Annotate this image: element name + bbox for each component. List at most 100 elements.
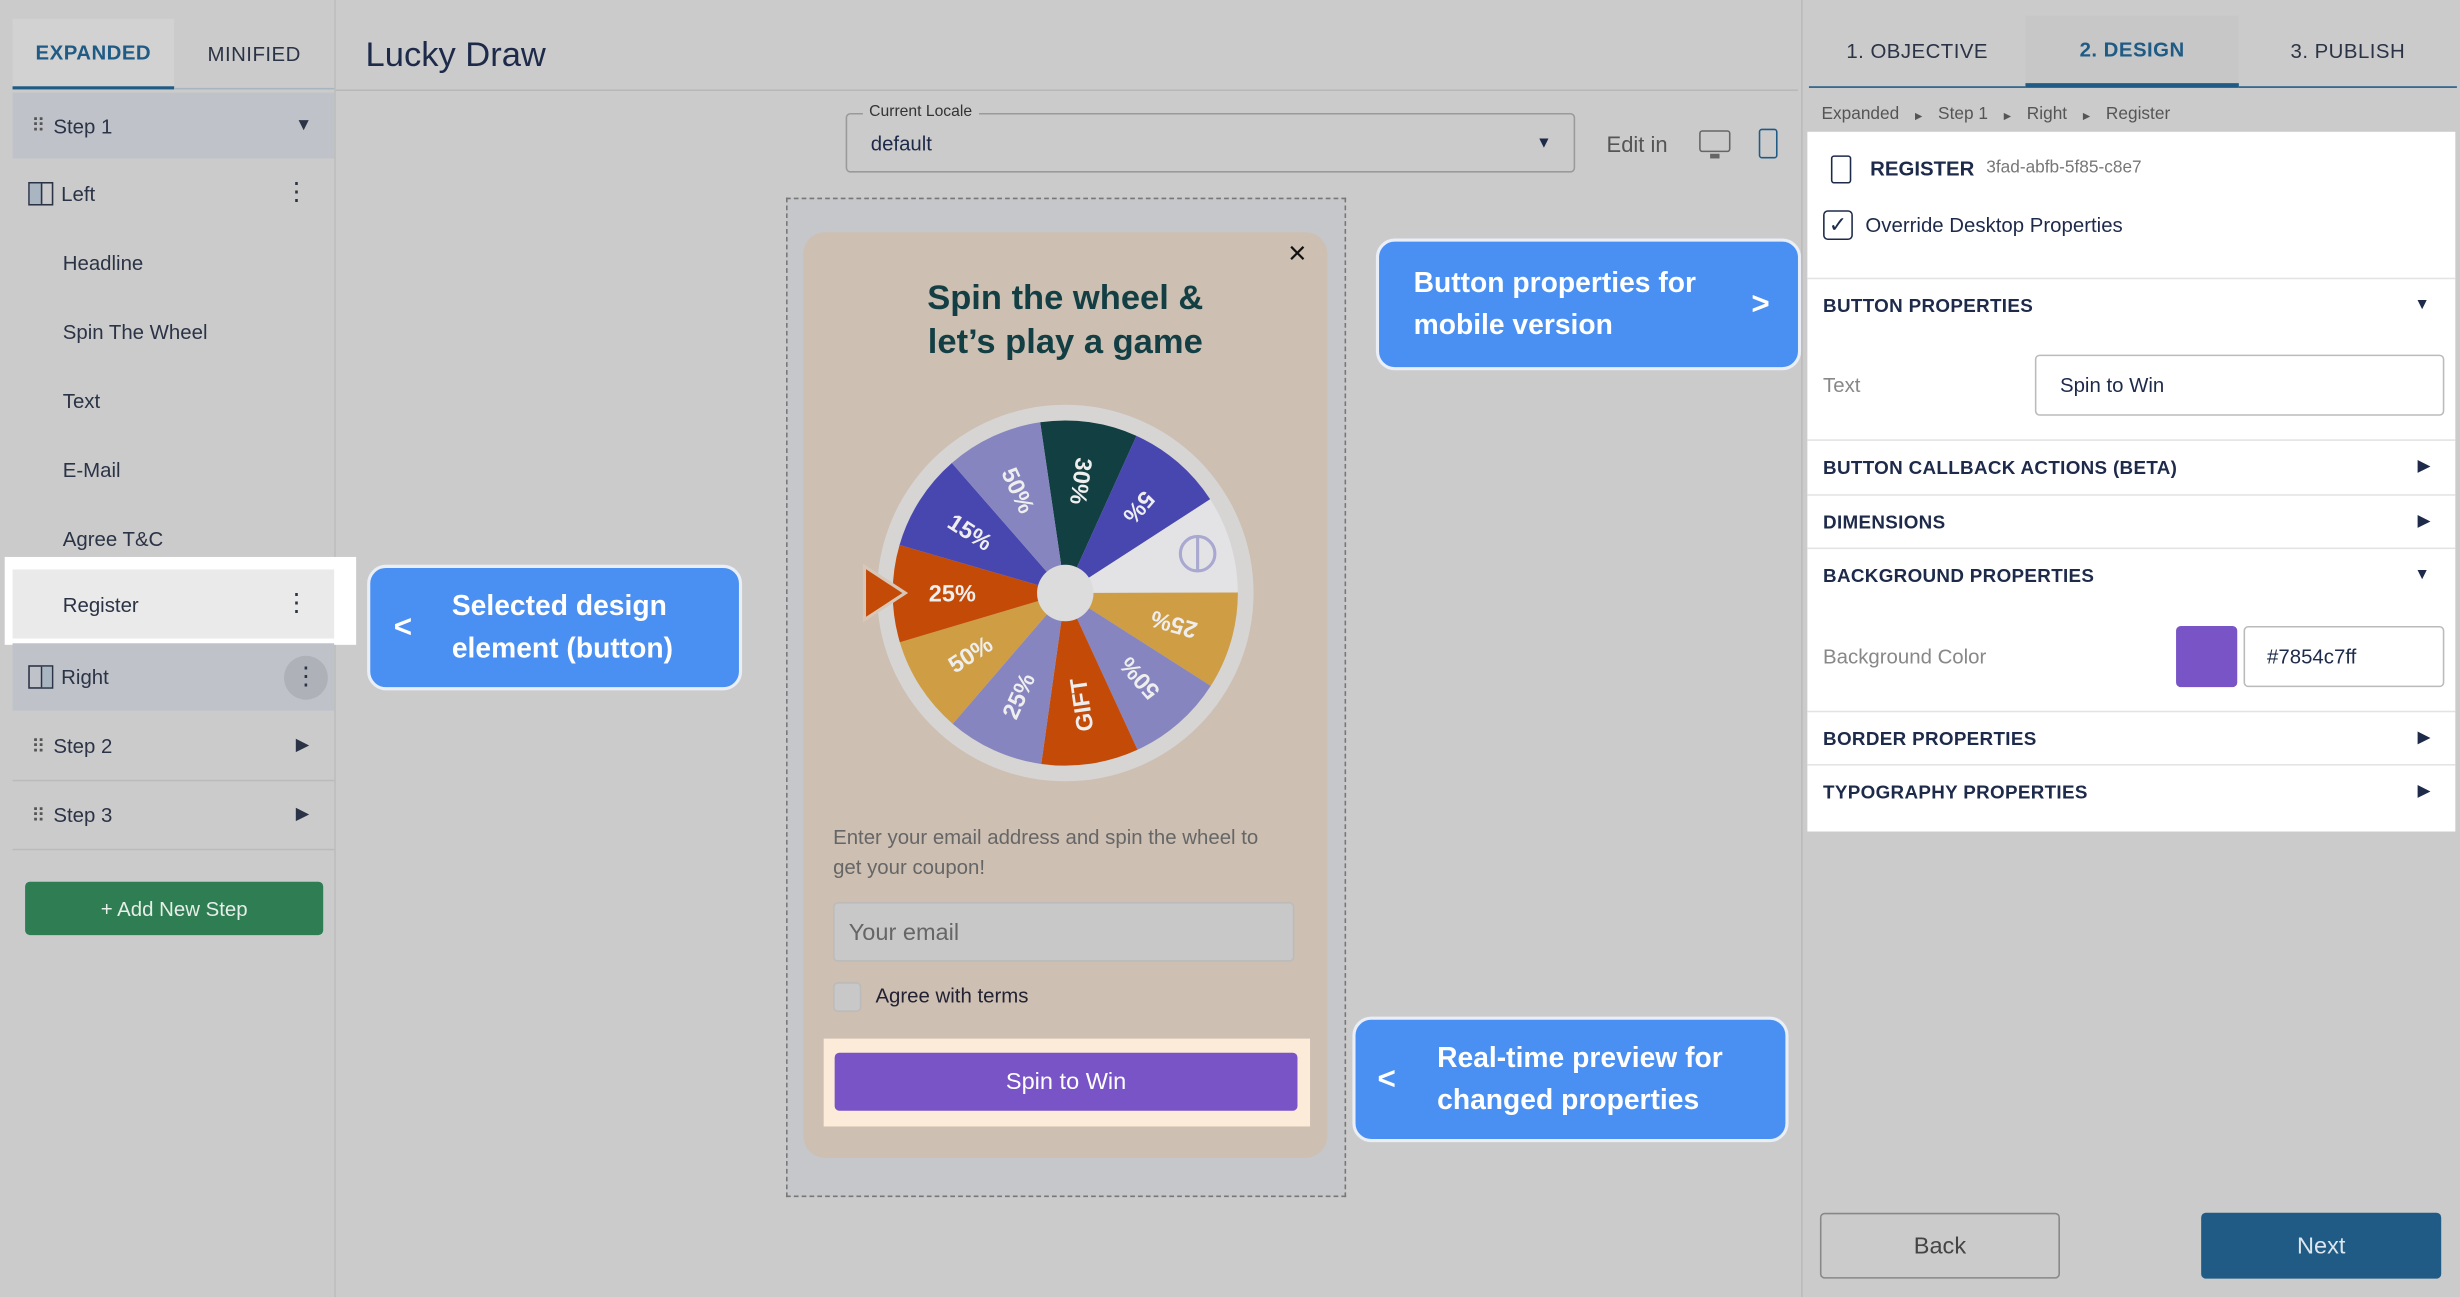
chevron-right-icon[interactable]: ▶ xyxy=(296,806,309,823)
breadcrumb-separator-icon: ▶ xyxy=(2003,112,2012,123)
mobile-icon[interactable] xyxy=(1758,128,1778,159)
step-label: Step 3 xyxy=(53,803,113,827)
bg-color-label: Background Color xyxy=(1823,644,1987,669)
step-label: Step 2 xyxy=(53,734,113,758)
arrow-right-icon: > xyxy=(1751,286,1770,321)
chevron-down-icon: ▼ xyxy=(1536,134,1552,153)
more-vertical-icon[interactable]: ⋮ xyxy=(284,591,309,616)
item-label: Right xyxy=(61,665,109,689)
sidebar-item-spin-the-wheel[interactable]: Spin The Wheel xyxy=(13,297,335,366)
breadcrumb-item: Register xyxy=(2105,105,2171,124)
chevron-right-icon[interactable]: ▶ xyxy=(296,737,309,754)
left-sidebar: EXPANDED MINIFIED ⠿ Step 1 ▼ Left ⋮ Headl… xyxy=(0,0,357,1297)
email-placeholder: Your email xyxy=(848,919,960,947)
step-label: Step 1 xyxy=(53,113,113,138)
chevron-down-icon: ▼ xyxy=(2414,296,2431,314)
close-icon[interactable]: × xyxy=(1288,237,1306,273)
columns-icon xyxy=(28,665,54,689)
section-title: BUTTON CALLBACK ACTIONS (BETA) xyxy=(1823,455,2178,478)
sidebar-item-email[interactable]: E-Mail xyxy=(13,435,335,504)
more-vertical-icon[interactable]: ⋮ xyxy=(283,655,328,699)
arrow-left-icon: < xyxy=(1377,1061,1396,1096)
bg-color-input[interactable]: #7854c7ff xyxy=(2243,625,2445,688)
callout-text: Button properties for mobile version xyxy=(1413,266,1696,341)
locale-value: default xyxy=(870,131,933,156)
item-label: Left xyxy=(61,181,96,205)
text-field-label: Text xyxy=(1823,373,1861,397)
arrow-left-icon: < xyxy=(393,609,413,645)
chevron-right-icon: ▶ xyxy=(2417,782,2431,801)
section-dimensions[interactable]: DIMENSIONS ▶ xyxy=(1807,494,2456,547)
breadcrumb-separator-icon: ▶ xyxy=(2082,112,2091,123)
headline-line-2: let’s play a game xyxy=(927,321,1203,361)
chevron-right-icon: ▶ xyxy=(2417,458,2431,476)
back-button[interactable]: Back xyxy=(1819,1212,2060,1279)
locale-label: Current Locale xyxy=(862,103,979,121)
input-value: #7854c7ff xyxy=(2267,644,2357,669)
section-title: TYPOGRAPHY PROPERTIES xyxy=(1823,780,2088,803)
popup-text: Enter your email address and spin the wh… xyxy=(833,825,1259,879)
chevron-down-icon[interactable]: ▼ xyxy=(295,116,312,134)
drag-handle-icon[interactable]: ⠿ xyxy=(31,735,47,757)
callout-mobile-properties: Button properties for mobile version > xyxy=(1375,238,1802,371)
callout-realtime-preview: < Real-time preview for changed properti… xyxy=(1352,1016,1789,1143)
prize-wheel[interactable]: 30%5%25%50%GIFT25%50%25%15%50% xyxy=(850,402,1289,794)
drag-handle-icon[interactable]: ⠿ xyxy=(31,804,47,826)
color-swatch[interactable] xyxy=(2176,625,2238,688)
breadcrumb: Expanded ▶ Step 1 ▶ Right ▶ Register xyxy=(1821,105,2170,124)
breadcrumb-item[interactable]: Expanded xyxy=(1821,105,1899,124)
spin-to-win-button[interactable]: Spin to Win xyxy=(834,1052,1298,1111)
more-vertical-icon[interactable]: ⋮ xyxy=(284,180,309,205)
edit-in-label: Edit in xyxy=(1606,131,1668,157)
item-label: Register xyxy=(62,592,139,616)
sidebar-step-3[interactable]: ⠿ Step 3 ▶ xyxy=(12,781,335,851)
breadcrumb-item[interactable]: Step 1 xyxy=(1938,105,1988,124)
section-typography-properties[interactable]: TYPOGRAPHY PROPERTIES ▶ xyxy=(1807,764,2456,817)
section-title: BORDER PROPERTIES xyxy=(1823,727,2037,750)
sidebar-item-text[interactable]: Text xyxy=(13,366,335,435)
sidebar-step-2[interactable]: ⠿ Step 2 ▶ xyxy=(12,712,335,782)
tab-expanded[interactable]: EXPANDED xyxy=(12,18,175,90)
columns-icon xyxy=(28,181,54,205)
override-checkbox[interactable]: ✓ xyxy=(1823,210,1853,241)
popup-headline: Spin the wheel & let’s play a game xyxy=(803,276,1327,364)
add-new-step-button[interactable]: + Add New Step xyxy=(25,881,324,936)
tab-objective[interactable]: 1. OBJECTIVE xyxy=(1808,16,2026,88)
callout-selected-element: < Selected design element (button) xyxy=(367,564,743,691)
chevron-right-icon: ▶ xyxy=(2417,513,2431,531)
locale-select[interactable]: Current Locale default ▼ xyxy=(845,103,1576,173)
breadcrumb-item[interactable]: Right xyxy=(2027,105,2067,124)
sidebar-step-1[interactable]: ⠿ Step 1 ▼ xyxy=(12,92,335,159)
sidebar-item-left[interactable]: Left ⋮ xyxy=(13,158,335,227)
section-border-properties[interactable]: BORDER PROPERTIES ▶ xyxy=(1807,710,2456,764)
sidebar-item-right[interactable]: Right ⋮ xyxy=(12,643,335,711)
callout-text: Real-time preview for changed properties xyxy=(1437,1041,1723,1116)
section-title: DIMENSIONS xyxy=(1823,510,1946,533)
desktop-icon[interactable] xyxy=(1699,130,1731,159)
drag-handle-icon[interactable]: ⠿ xyxy=(31,115,47,137)
section-title: BACKGROUND PROPERTIES xyxy=(1823,564,2095,586)
tab-publish[interactable]: 3. PUBLISH xyxy=(2238,16,2457,88)
email-input[interactable]: Your email xyxy=(833,902,1295,962)
chevron-down-icon: ▼ xyxy=(2414,566,2431,584)
section-background-properties[interactable]: BACKGROUND PROPERTIES ▼ xyxy=(1807,547,2456,601)
section-button-properties[interactable]: BUTTON PROPERTIES ▼ xyxy=(1807,277,2456,331)
mobile-icon xyxy=(1830,155,1852,184)
agree-checkbox[interactable] xyxy=(833,982,862,1012)
button-text-input[interactable]: Spin to Win xyxy=(2034,354,2445,416)
chevron-right-icon: ▶ xyxy=(2417,729,2431,747)
page-title: Lucky Draw xyxy=(365,34,546,74)
next-button[interactable]: Next xyxy=(2201,1212,2442,1279)
callout-text: Selected design element (button) xyxy=(451,589,674,664)
popup-card: × Spin the wheel & let’s play a game 30%… xyxy=(803,232,1328,1158)
element-name: REGISTER xyxy=(1870,156,1975,181)
input-value: Spin to Win xyxy=(2059,373,2165,397)
section-callback-actions[interactable]: BUTTON CALLBACK ACTIONS (BETA) ▶ xyxy=(1807,439,2456,492)
preview-frame: × Spin the wheel & let’s play a game 30%… xyxy=(786,197,1347,1198)
element-id: 3fad-abfb-5f85-c8e7 xyxy=(1986,158,2142,178)
tab-design[interactable]: 2. DESIGN xyxy=(2025,15,2239,88)
sidebar-item-headline[interactable]: Headline xyxy=(13,227,335,296)
tab-minified[interactable]: MINIFIED xyxy=(174,19,335,90)
sidebar-item-register[interactable]: Register ⋮ xyxy=(12,569,335,639)
section-title: BUTTON PROPERTIES xyxy=(1823,294,2034,317)
